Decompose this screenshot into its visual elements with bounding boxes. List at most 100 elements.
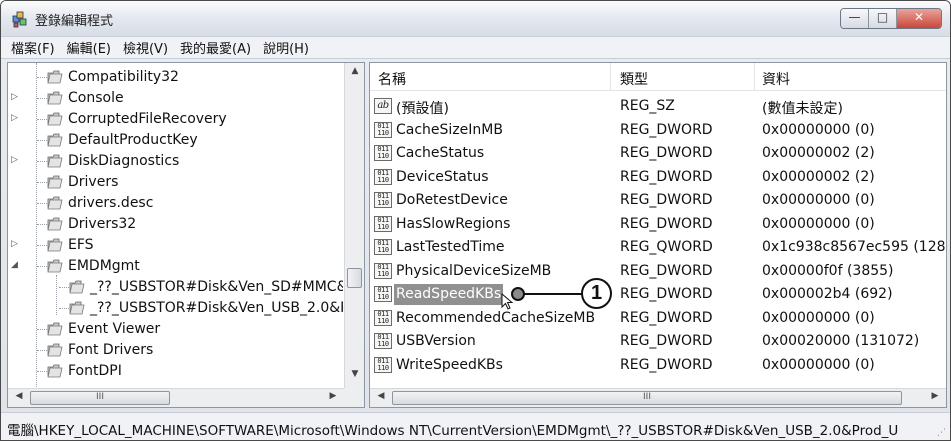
column-header-type[interactable]: 類型 xyxy=(620,69,648,89)
value-data: 0x00000000 (0) xyxy=(762,192,875,208)
tree-item[interactable]: Drivers32 xyxy=(8,214,343,235)
registry-editor-window: 登錄編輯程式 — □ ✕ 檔案(F) 編輯(E) 檢視(V) 我的最愛(A) 說… xyxy=(0,0,951,441)
list-row[interactable]: 011 110 CacheSizeInMB REG_DWORD 0x00000000 (… xyxy=(370,119,946,142)
menu-view[interactable]: 檢視(V) xyxy=(117,38,174,57)
tree-scroll-thumb[interactable] xyxy=(347,268,362,288)
minimize-button[interactable]: — xyxy=(841,9,869,28)
value-type: REG_DWORD xyxy=(620,356,713,373)
tree-hscroll-thumb[interactable]: III xyxy=(30,391,170,405)
tree-item-label: Drivers xyxy=(68,174,119,190)
tree-expander-icon[interactable]: ▷ xyxy=(11,155,21,165)
tree-item[interactable]: ▷ Console xyxy=(8,88,343,109)
registry-path: 電腦\HKEY_LOCAL_MACHINE\SOFTWARE\Microsoft… xyxy=(7,423,899,439)
tree-item[interactable]: ▷ EFS xyxy=(8,235,343,256)
tree-item[interactable]: Event Viewer xyxy=(8,319,343,340)
folder-icon xyxy=(47,91,63,105)
binary-value-icon: 011 110 xyxy=(374,215,392,232)
tree-expander-icon[interactable]: ▷ xyxy=(11,113,21,123)
scroll-up-arrow-icon[interactable]: ▲ xyxy=(345,66,364,84)
scroll-right-arrow-icon[interactable]: ▶ xyxy=(926,391,944,401)
column-header-data[interactable]: 資料 xyxy=(762,69,790,89)
menu-favorites[interactable]: 我的最愛(A) xyxy=(174,38,257,57)
menu-file[interactable]: 檔案(F) xyxy=(5,38,61,57)
tree-item[interactable]: DefaultProductKey xyxy=(8,130,343,151)
value-name: HasSlowRegions xyxy=(396,215,511,232)
column-divider[interactable] xyxy=(754,63,755,91)
value-type: REG_SZ xyxy=(620,98,675,114)
minimize-icon: — xyxy=(848,10,861,24)
column-divider[interactable] xyxy=(610,63,611,91)
menu-help[interactable]: 說明(H) xyxy=(257,38,315,57)
status-bar: 電腦\HKEY_LOCAL_MACHINE\SOFTWARE\Microsoft… xyxy=(1,412,950,440)
scroll-down-arrow-icon[interactable]: ▼ xyxy=(345,369,364,387)
tree-expander-icon[interactable]: ◢ xyxy=(11,260,21,270)
tree-item[interactable]: FontDPI xyxy=(8,361,343,382)
tree-vertical-scrollbar[interactable]: ▲ ▼ xyxy=(344,63,364,389)
list-horizontal-scrollbar[interactable]: ◀ III ▶ xyxy=(370,388,946,407)
binary-value-icon: 011 110 xyxy=(374,309,392,326)
menu-edit[interactable]: 編輯(E) xyxy=(61,38,117,57)
value-type: REG_DWORD xyxy=(620,168,713,185)
tree-item-label: Font Drivers xyxy=(68,342,154,358)
maximize-icon: □ xyxy=(876,10,889,24)
tree-connector xyxy=(37,329,47,330)
tree-expander-icon[interactable]: ▷ xyxy=(11,239,21,249)
list-row[interactable]: 011 110 WriteSpeedKBs REG_DWORD 0x00000000 (… xyxy=(370,354,946,377)
value-data: 0x00000002 (2) xyxy=(762,145,875,161)
list-row[interactable]: ab (預設值) REG_SZ (數值未設定) xyxy=(370,95,946,118)
tree-item[interactable]: drivers.desc xyxy=(8,193,343,214)
folder-icon xyxy=(47,154,63,168)
maximize-button[interactable]: □ xyxy=(869,9,897,28)
tree-connector xyxy=(37,182,47,183)
list-row[interactable]: 011 110 DoRetestDevice REG_DWORD 0x00000000 … xyxy=(370,189,946,212)
list-row[interactable]: 011 110 USBVersion REG_DWORD 0x00020000 (131… xyxy=(370,330,946,353)
tree-item[interactable]: ▷ CorruptedFileRecovery xyxy=(8,109,343,130)
value-data: 0x1c938c8567ec595 (128696 xyxy=(762,239,945,255)
tree-item[interactable]: Compatibility32 xyxy=(8,67,343,88)
list-row[interactable]: 011 110 PhysicalDeviceSizeMB REG_DWORD 0x000… xyxy=(370,260,946,283)
list-hscroll-thumb[interactable]: III xyxy=(392,391,902,405)
value-type: REG_DWORD xyxy=(620,145,713,161)
scroll-corner xyxy=(344,388,364,407)
list-row[interactable]: 011 110 ReadSpeedKBs REG_DWORD 0x000002b4 (6… xyxy=(370,283,946,306)
tree-item[interactable]: Font Drivers xyxy=(8,340,343,361)
window-title: 登錄編輯程式 xyxy=(35,14,114,29)
value-name: USBVersion xyxy=(396,333,476,349)
resize-grip-icon[interactable]: ⋰ xyxy=(937,428,946,438)
caption-buttons: — □ ✕ xyxy=(840,8,942,29)
list-row[interactable]: 011 110 CacheStatus REG_DWORD 0x00000002 (2) xyxy=(370,142,946,165)
tree-item[interactable]: Drivers xyxy=(8,172,343,193)
value-data: 0x00000000 (0) xyxy=(762,356,875,373)
tree-item[interactable]: _??_USBSTOR#Disk&Ven_USB_2.0&Pr xyxy=(8,298,343,319)
title-bar: 登錄編輯程式 — □ ✕ xyxy=(1,1,950,37)
tree-item-label: EFS xyxy=(68,237,94,253)
list-row[interactable]: 011 110 HasSlowRegions REG_DWORD 0x00000000 … xyxy=(370,213,946,236)
tree-item[interactable]: ◢ EMDMgmt xyxy=(8,256,343,277)
close-button[interactable]: ✕ xyxy=(897,9,941,28)
string-value-icon: ab xyxy=(374,98,392,114)
registry-tree[interactable]: Compatibility32 ▷ Console ▷ CorruptedFileRec… xyxy=(7,62,365,408)
registry-editor-icon xyxy=(12,11,27,28)
tree-item[interactable]: ▷ DiskDiagnostics xyxy=(8,151,343,172)
column-header-name[interactable]: 名稱 xyxy=(378,69,406,89)
tree-item-label: Event Viewer xyxy=(68,321,161,337)
tree-item-label: DefaultProductKey xyxy=(68,132,198,148)
value-list[interactable]: 名稱 類型 資料 ab (預設值) REG_SZ (數值未設定) 011 110 Cache… xyxy=(369,62,947,408)
tree-horizontal-scrollbar[interactable]: ◀ III ▶ xyxy=(8,388,344,407)
folder-icon xyxy=(47,175,63,189)
list-row[interactable]: 011 110 LastTestedTime REG_QWORD 0x1c938c856… xyxy=(370,236,946,259)
scroll-left-arrow-icon[interactable]: ◀ xyxy=(372,391,390,401)
list-row[interactable]: 011 110 RecommendedCacheSizeMB REG_DWORD 0x0… xyxy=(370,307,946,330)
tree-connector xyxy=(37,119,47,120)
folder-icon xyxy=(69,280,85,294)
list-header: 名稱 類型 資料 xyxy=(370,63,946,91)
list-row[interactable]: 011 110 DeviceStatus REG_DWORD 0x00000002 (2… xyxy=(370,166,946,189)
scroll-grip-icon: III xyxy=(643,392,651,402)
tree-expander-icon[interactable]: ▷ xyxy=(11,92,21,102)
scroll-right-arrow-icon[interactable]: ▶ xyxy=(324,391,342,401)
value-data: 0x00000f0f (3855) xyxy=(762,262,894,279)
binary-value-icon: 011 110 xyxy=(374,168,392,185)
tree-item[interactable]: _??_USBSTOR#Disk&Ven_SD#MMC& xyxy=(8,277,343,298)
binary-value-icon: 011 110 xyxy=(374,333,392,349)
scroll-left-arrow-icon[interactable]: ◀ xyxy=(10,391,28,401)
